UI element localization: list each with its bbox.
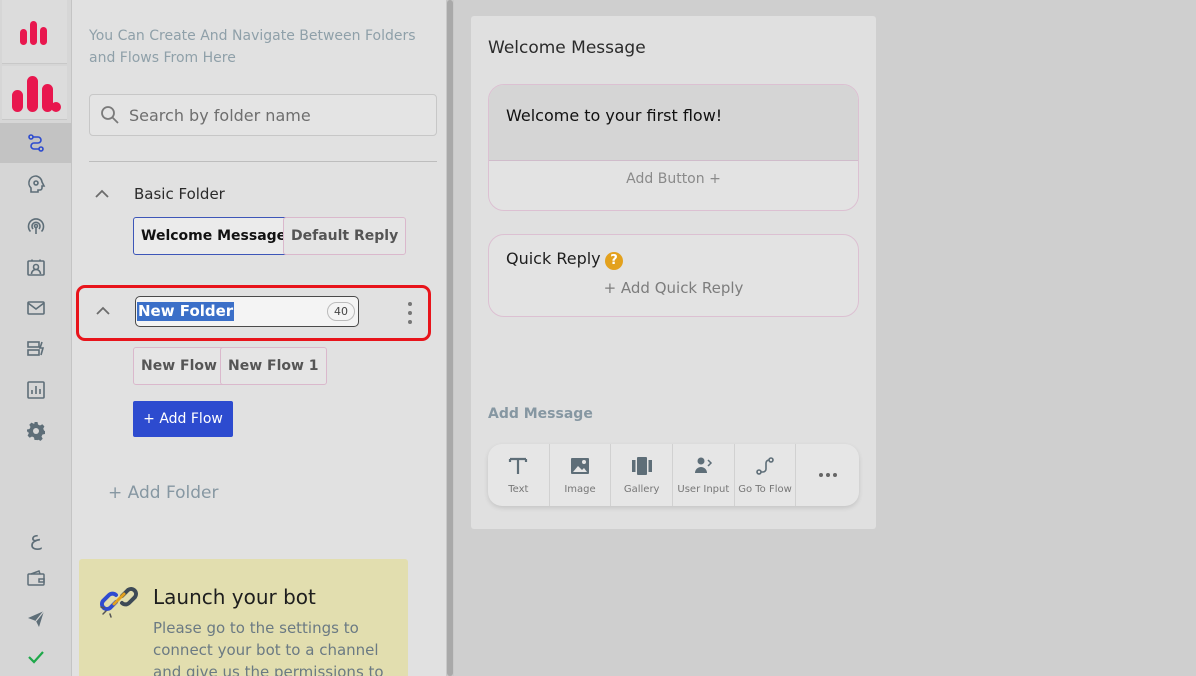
icon-rail: ع <box>0 0 72 676</box>
tool-gallery[interactable]: Gallery <box>611 444 674 506</box>
launch-bot-card: Launch your bot Please go to the setting… <box>79 559 408 676</box>
panel-scrollbar[interactable] <box>446 0 454 676</box>
link-icon <box>100 587 138 618</box>
sidebar-item-ai[interactable] <box>0 164 72 204</box>
tool-label: Text <box>508 484 529 495</box>
tool-label: User Input <box>677 484 730 495</box>
go-to-flow-icon <box>756 457 774 475</box>
add-quick-reply-link[interactable]: + Add Quick Reply <box>489 279 858 297</box>
brand-logo-icon <box>19 20 47 45</box>
mail-icon <box>27 301 45 315</box>
folders-panel: You Can Create And Navigate Between Fold… <box>72 0 446 676</box>
panel-hint: You Can Create And Navigate Between Fold… <box>89 28 416 66</box>
brand-logo-large-icon <box>11 75 61 112</box>
scrollbar-thumb[interactable] <box>447 0 453 676</box>
flow-chip-default-reply[interactable]: Default Reply <box>283 217 407 255</box>
add-folder-button[interactable]: + Add Folder <box>108 483 219 503</box>
launch-title: Launch your bot <box>153 585 316 609</box>
collapse-chevron-up-icon[interactable] <box>94 302 112 320</box>
flow-chip-new-flow-1[interactable]: New Flow 1 <box>220 347 327 385</box>
check-icon <box>28 651 44 664</box>
add-flow-button[interactable]: + Add Flow <box>133 401 233 437</box>
quick-reply-title: Quick Reply <box>506 249 601 268</box>
sidebar-item-settings[interactable] <box>0 411 72 451</box>
sidebar-item-wallet[interactable] <box>0 558 72 598</box>
tool-go-to-flow[interactable]: Go To Flow <box>735 444 797 506</box>
quick-reply-block: Quick Reply ? + Add Quick Reply <box>488 234 859 317</box>
sidebar-item-database[interactable] <box>0 329 72 369</box>
database-icon <box>27 341 45 356</box>
flow-chip-new-flow[interactable]: New Flow <box>133 347 225 385</box>
sidebar-item-broadcast[interactable] <box>0 206 72 246</box>
sidebar-item-flows[interactable] <box>0 123 72 163</box>
wallet-icon <box>27 570 45 586</box>
brain-icon <box>28 175 46 193</box>
flow-icon <box>28 134 44 152</box>
more-icon <box>818 473 837 477</box>
add-message-label: Add Message <box>488 406 593 422</box>
tool-user-input[interactable]: User Input <box>673 444 735 506</box>
char-limit-badge: 40 <box>327 302 355 321</box>
gallery-icon <box>631 457 652 475</box>
sidebar-item-analytics[interactable] <box>0 370 72 410</box>
sidebar-item-status[interactable] <box>0 637 72 676</box>
sidebar-item-contacts[interactable] <box>0 248 72 288</box>
contacts-icon <box>27 259 45 276</box>
tool-label: Go To Flow <box>738 484 792 495</box>
app-logo-small[interactable] <box>2 0 67 64</box>
add-message-toolbar: Text Image Gallery User Input Go To Flow <box>488 444 859 506</box>
tool-label: Gallery <box>623 484 660 495</box>
user-input-icon <box>695 457 713 473</box>
send-icon <box>28 610 45 627</box>
add-button-link[interactable]: Add Button + <box>489 171 858 187</box>
sidebar-item-messages[interactable] <box>0 288 72 328</box>
flow-title: Welcome Message <box>488 38 646 58</box>
message-block[interactable]: Welcome to your first flow! Add Button + <box>488 84 859 211</box>
broadcast-icon <box>27 218 45 234</box>
tool-text[interactable]: Text <box>488 444 550 506</box>
settings-icon <box>27 422 45 441</box>
collapse-chevron-up-icon[interactable] <box>93 185 111 203</box>
search-icon <box>101 106 119 124</box>
tool-label: Image <box>564 484 596 495</box>
folder-search[interactable] <box>89 94 437 136</box>
text-icon <box>509 457 528 474</box>
sidebar-item-send[interactable] <box>0 599 72 639</box>
folder-name[interactable]: Basic Folder <box>134 185 225 203</box>
flow-chip-welcome-message[interactable]: Welcome Message <box>133 217 295 255</box>
image-icon <box>571 458 589 474</box>
flow-preview-card: Welcome Message Welcome to your first fl… <box>471 16 876 529</box>
language-icon: ع <box>30 526 42 550</box>
app-logo[interactable] <box>2 66 67 120</box>
tool-image[interactable]: Image <box>550 444 612 506</box>
help-icon[interactable]: ? <box>605 252 623 270</box>
divider <box>89 161 437 162</box>
search-input[interactable] <box>129 105 419 125</box>
folder-name-input-value[interactable]: New Folder <box>137 302 235 321</box>
folder-menu-icon[interactable] <box>406 302 414 324</box>
sidebar-item-language[interactable]: ع <box>0 518 72 558</box>
message-text[interactable]: Welcome to your first flow! <box>506 106 722 125</box>
analytics-icon <box>27 381 45 399</box>
launch-body: Please go to the settings to connect you… <box>153 619 384 676</box>
tool-more[interactable] <box>796 444 859 506</box>
